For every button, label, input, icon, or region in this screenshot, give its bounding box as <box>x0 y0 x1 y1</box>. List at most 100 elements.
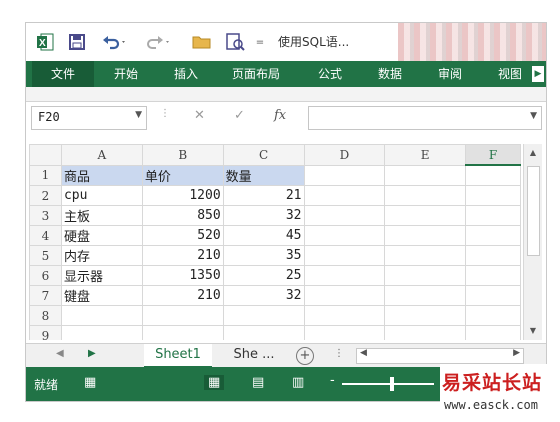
add-sheet-icon[interactable]: + <box>296 347 314 365</box>
column-header[interactable]: E <box>384 144 467 166</box>
cell[interactable]: 25 <box>222 265 305 286</box>
cell[interactable]: 内存 <box>60 245 143 266</box>
cell[interactable]: 35 <box>222 245 305 266</box>
cell[interactable] <box>465 265 521 286</box>
cell[interactable]: 210 <box>141 285 224 306</box>
cell[interactable] <box>465 225 521 246</box>
row-header[interactable]: 8 <box>29 305 62 326</box>
column-header[interactable]: A <box>60 144 143 166</box>
cell[interactable] <box>384 325 467 340</box>
cell[interactable] <box>141 325 224 340</box>
prev-sheet-icon[interactable]: ◀ <box>56 348 64 359</box>
scroll-up-icon[interactable]: ▲ <box>524 146 542 160</box>
row-header[interactable]: 3 <box>29 205 62 226</box>
cell[interactable] <box>384 285 467 306</box>
page-break-view-icon[interactable]: ▥ <box>292 375 304 390</box>
cell[interactable] <box>303 305 386 326</box>
cell[interactable]: 520 <box>141 225 224 246</box>
cell[interactable] <box>465 285 521 306</box>
cell[interactable]: 21 <box>222 185 305 206</box>
row-header[interactable]: 1 <box>29 164 62 186</box>
worksheet-grid[interactable]: A B C D E F 1 商品 单价 数量 2 cpu 1200 21 3 主… <box>29 144 521 340</box>
cell[interactable] <box>384 164 467 186</box>
tab-insert[interactable]: 插入 <box>166 61 206 87</box>
cell[interactable]: 850 <box>141 205 224 226</box>
cell[interactable]: 显示器 <box>60 265 143 286</box>
tab-formulas[interactable]: 公式 <box>310 61 350 87</box>
cell[interactable] <box>384 185 467 206</box>
cell[interactable]: cpu <box>60 185 143 206</box>
cell[interactable] <box>384 225 467 246</box>
cell[interactable] <box>384 265 467 286</box>
cell[interactable] <box>303 285 386 306</box>
cell[interactable] <box>141 305 224 326</box>
cell[interactable]: 1200 <box>141 185 224 206</box>
cell[interactable] <box>384 305 467 326</box>
column-header-selected[interactable]: F <box>465 144 521 166</box>
name-box[interactable]: F20 ▼ <box>31 106 147 130</box>
scroll-left-icon[interactable]: ◀ <box>360 348 367 358</box>
cell[interactable]: 硬盘 <box>60 225 143 246</box>
cell[interactable] <box>222 325 305 340</box>
cell[interactable]: 键盘 <box>60 285 143 306</box>
undo-icon[interactable] <box>100 30 130 54</box>
horizontal-scrollbar[interactable]: ◀ ▶ <box>356 348 524 364</box>
cell[interactable]: 单价 <box>141 164 224 186</box>
row-header[interactable]: 4 <box>29 225 62 246</box>
sheet-tab-active[interactable]: Sheet1 <box>144 344 212 368</box>
cell[interactable] <box>465 205 521 226</box>
formula-input[interactable]: ▼ <box>308 106 542 130</box>
cell[interactable] <box>384 245 467 266</box>
tab-page-layout[interactable]: 页面布局 <box>224 61 288 87</box>
macro-record-icon[interactable]: ▦ <box>84 375 96 390</box>
row-header[interactable]: 5 <box>29 245 62 266</box>
redo-icon[interactable] <box>144 30 174 54</box>
select-all-corner[interactable] <box>29 144 62 166</box>
insert-function-icon[interactable]: fx <box>274 108 286 123</box>
cell[interactable] <box>465 164 521 186</box>
zoom-slider[interactable] <box>342 383 434 385</box>
cell[interactable] <box>465 245 521 266</box>
cell[interactable] <box>303 325 386 340</box>
page-layout-view-icon[interactable]: ▤ <box>252 375 264 390</box>
cell[interactable] <box>465 325 521 340</box>
customize-qat-icon[interactable]: = <box>252 30 268 54</box>
cell[interactable] <box>384 205 467 226</box>
enter-icon[interactable]: ✓ <box>234 108 245 123</box>
expand-formula-icon[interactable]: ▼ <box>530 111 537 121</box>
zoom-out-icon[interactable]: - <box>330 373 335 388</box>
cell[interactable]: 商品 <box>60 164 143 186</box>
cell[interactable] <box>303 225 386 246</box>
tab-splitter-icon[interactable]: ⋮ <box>334 348 344 359</box>
column-header[interactable]: B <box>141 144 224 166</box>
next-sheet-icon[interactable]: ▶ <box>88 348 96 359</box>
vertical-scrollbar[interactable]: ▲ ▼ <box>523 144 542 340</box>
cell[interactable] <box>303 205 386 226</box>
row-header[interactable]: 2 <box>29 185 62 206</box>
tab-home[interactable]: 开始 <box>106 61 146 87</box>
tab-review[interactable]: 审阅 <box>430 61 470 87</box>
scroll-down-icon[interactable]: ▼ <box>524 324 542 338</box>
column-header[interactable]: C <box>222 144 305 166</box>
cell[interactable] <box>303 265 386 286</box>
cell[interactable] <box>303 164 386 186</box>
sheet-tab[interactable]: She ... <box>224 344 284 366</box>
cell[interactable] <box>60 325 143 340</box>
row-header[interactable]: 7 <box>29 285 62 306</box>
cell[interactable]: 45 <box>222 225 305 246</box>
cell[interactable]: 主板 <box>60 205 143 226</box>
cell[interactable] <box>465 185 521 206</box>
save-icon[interactable] <box>66 30 88 54</box>
cell[interactable] <box>465 305 521 326</box>
cancel-icon[interactable]: ✕ <box>194 108 205 123</box>
cell[interactable] <box>303 185 386 206</box>
open-folder-icon[interactable] <box>190 30 214 54</box>
cell[interactable]: 1350 <box>141 265 224 286</box>
print-preview-icon[interactable] <box>222 30 248 54</box>
cell[interactable]: 32 <box>222 205 305 226</box>
cell[interactable] <box>303 245 386 266</box>
cell[interactable] <box>222 305 305 326</box>
ribbon-scroll-right-icon[interactable]: ▶ <box>532 66 544 82</box>
column-header[interactable]: D <box>303 144 386 166</box>
scroll-right-icon[interactable]: ▶ <box>513 348 520 358</box>
